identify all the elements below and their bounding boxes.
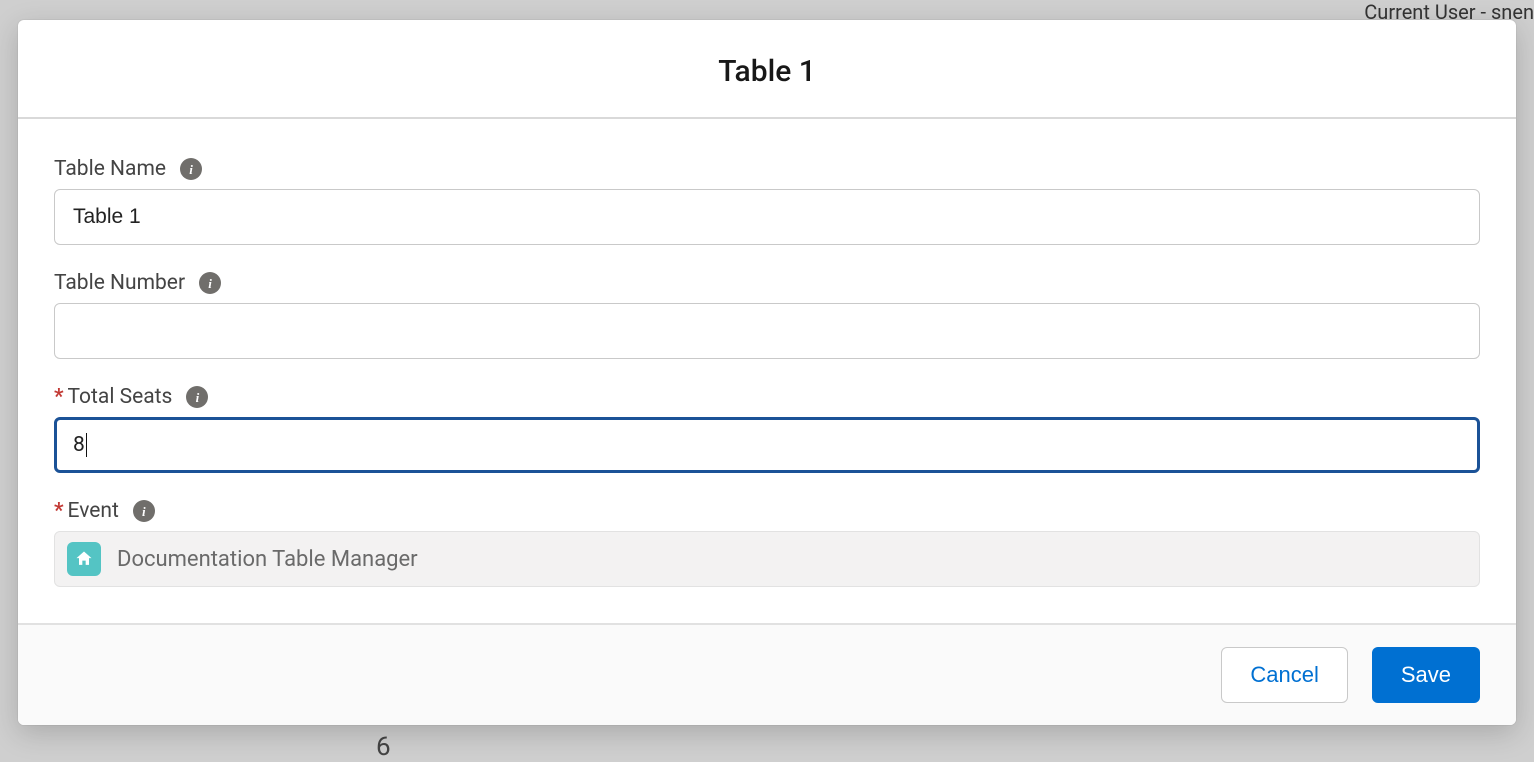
total-seats-input[interactable]: 8	[54, 417, 1480, 473]
field-label-table-number: Table Number i	[54, 271, 1480, 295]
event-lookup[interactable]: Documentation Table Manager	[54, 531, 1480, 587]
info-icon[interactable]: i	[199, 272, 221, 294]
edit-table-modal: Table 1 Table Name i Table Number i *Tot…	[18, 20, 1516, 725]
field-table-name: Table Name i	[54, 157, 1480, 245]
cancel-button[interactable]: Cancel	[1221, 647, 1347, 703]
field-label-event: *Event i	[54, 499, 1480, 523]
field-label-total-seats: *Total Seats i	[54, 385, 1480, 409]
info-icon[interactable]: i	[180, 158, 202, 180]
modal-body: Table Name i Table Number i *Total Seats…	[18, 119, 1516, 623]
table-name-input[interactable]	[54, 189, 1480, 245]
total-seats-value: 8	[73, 433, 85, 457]
label-text-event: *Event	[54, 499, 119, 523]
text-cursor	[86, 433, 87, 457]
required-indicator: *	[54, 385, 64, 409]
background-value: 6	[376, 732, 391, 762]
event-lookup-value: Documentation Table Manager	[117, 547, 418, 572]
save-button[interactable]: Save	[1372, 647, 1480, 703]
modal-title: Table 1	[42, 54, 1492, 89]
label-text-total-seats: *Total Seats	[54, 385, 172, 409]
label-text-table-name: Table Name	[54, 157, 166, 181]
event-home-icon	[67, 542, 101, 576]
event-label-text: Event	[68, 499, 119, 523]
modal-footer: Cancel Save	[18, 623, 1516, 725]
table-number-input[interactable]	[54, 303, 1480, 359]
field-event: *Event i Documentation Table Manager	[54, 499, 1480, 587]
info-icon[interactable]: i	[186, 386, 208, 408]
modal-header: Table 1	[18, 20, 1516, 119]
field-label-table-name: Table Name i	[54, 157, 1480, 181]
field-total-seats: *Total Seats i 8	[54, 385, 1480, 473]
total-seats-label-text: Total Seats	[68, 385, 173, 409]
label-text-table-number: Table Number	[54, 271, 185, 295]
field-table-number: Table Number i	[54, 271, 1480, 359]
required-indicator: *	[54, 499, 64, 523]
info-icon[interactable]: i	[133, 500, 155, 522]
